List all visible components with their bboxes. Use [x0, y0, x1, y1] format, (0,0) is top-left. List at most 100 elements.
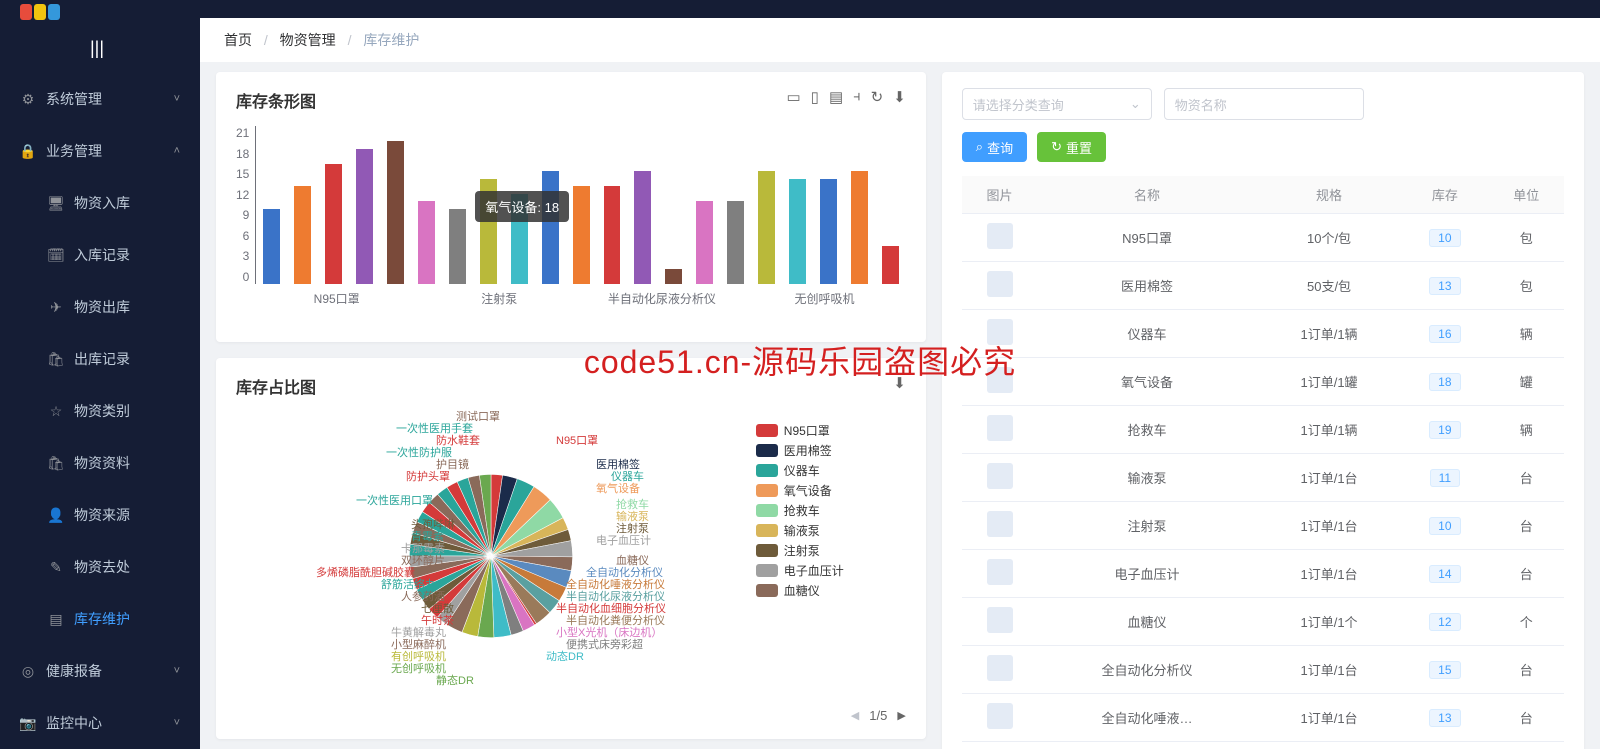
pie-chart[interactable]: [406, 471, 576, 641]
item-thumbnail: [987, 415, 1013, 441]
menu-icon: 🗓: [48, 247, 64, 264]
category-select[interactable]: 请选择分类查询 ⌄: [962, 88, 1152, 120]
bar[interactable]: [758, 171, 775, 284]
item-thumbnail: [987, 655, 1013, 681]
bar[interactable]: [882, 246, 899, 284]
menu-group[interactable]: 🔒业务管理˄: [0, 125, 200, 177]
bar[interactable]: [604, 186, 621, 284]
menu-icon: 🖥: [48, 195, 64, 212]
legend-item[interactable]: 仪器车: [756, 462, 906, 479]
legend-item[interactable]: 电子血压计: [756, 562, 906, 579]
name-input[interactable]: 物资名称: [1164, 88, 1364, 120]
search-button[interactable]: ⌕查询: [962, 132, 1027, 162]
bar[interactable]: [325, 164, 342, 284]
reset-button[interactable]: ↻重置: [1037, 132, 1106, 162]
breadcrumb-home[interactable]: 首页: [224, 32, 252, 48]
menu-sub-item[interactable]: 🖥物资入库: [0, 177, 200, 229]
legend-item[interactable]: 医用棉签: [756, 442, 906, 459]
tool-download-icon[interactable]: ⬇: [893, 88, 906, 106]
menu-group[interactable]: ⚙系统管理˅: [0, 73, 200, 125]
bar[interactable]: [727, 201, 744, 284]
table-row[interactable]: 抢救车1订单/1辆19辆: [962, 406, 1564, 454]
bar[interactable]: [851, 171, 868, 284]
stock-badge: 10: [1429, 517, 1460, 535]
legend-item[interactable]: 抢救车: [756, 502, 906, 519]
bar[interactable]: [573, 186, 590, 284]
topbar: [200, 0, 1600, 18]
tool-data-view-icon[interactable]: ▤: [829, 88, 843, 106]
tool-download-icon[interactable]: ⬇: [893, 374, 906, 392]
bar[interactable]: [387, 141, 404, 284]
menu-group[interactable]: ◎健康报备˅: [0, 645, 200, 697]
menu-sub-item[interactable]: ✎物资去处: [0, 541, 200, 593]
table-header: 单位: [1489, 176, 1565, 214]
search-icon: ⌕: [976, 139, 983, 155]
chevron-down-icon: ⌄: [1130, 96, 1141, 112]
chevron-icon: ˅: [174, 665, 180, 677]
table-row[interactable]: N95口罩10个/包10包: [962, 214, 1564, 262]
item-thumbnail: [987, 511, 1013, 537]
table-row[interactable]: 仪器车1订单/1辆16辆: [962, 310, 1564, 358]
bar[interactable]: [356, 149, 373, 284]
item-thumbnail: [987, 319, 1013, 345]
table-row[interactable]: 注射泵1订单/1台10台: [962, 502, 1564, 550]
table-row[interactable]: 电子血压计1订单/1台14台: [962, 550, 1564, 598]
bar[interactable]: [449, 209, 466, 284]
bar[interactable]: [634, 171, 651, 284]
menu-sub-item[interactable]: 🛍物资资料: [0, 437, 200, 489]
breadcrumb-section[interactable]: 物资管理: [280, 32, 336, 48]
legend-item[interactable]: 输液泵: [756, 522, 906, 539]
tool-undo-select-icon[interactable]: ▯: [811, 88, 819, 106]
menu-icon: ✈: [48, 299, 64, 316]
item-thumbnail: [987, 607, 1013, 633]
bar[interactable]: [789, 179, 806, 284]
menu-icon: ◎: [20, 663, 36, 680]
stock-badge: 19: [1429, 421, 1460, 439]
bar-chart-card: 库存条形图 ▭ ▯ ▤ ⫞ ↻ ⬇ 211815129630 氧气设备: 18: [216, 72, 926, 342]
menu-sub-item[interactable]: 🗓入库记录: [0, 229, 200, 281]
bar[interactable]: [542, 171, 559, 284]
legend-prev-icon[interactable]: ◀: [851, 709, 859, 722]
pie-legend: N95口罩医用棉签仪器车氧气设备抢救车输液泵注射泵电子血压计血糖仪: [756, 422, 906, 704]
menu-icon: 🛍: [48, 351, 64, 368]
tool-bar-toggle-icon[interactable]: ⫞: [853, 88, 861, 106]
table-row[interactable]: 氧气设备1订单/1罐18罐: [962, 358, 1564, 406]
menu-sub-item[interactable]: ☆物资类别: [0, 385, 200, 437]
legend-item[interactable]: 氧气设备: [756, 482, 906, 499]
menu-sub-item[interactable]: 🛍出库记录: [0, 333, 200, 385]
item-thumbnail: [987, 271, 1013, 297]
table-header: 图片: [962, 176, 1037, 214]
menu-group[interactable]: 📷监控中心˅: [0, 697, 200, 749]
menu-icon: ☆: [48, 403, 64, 420]
table-row[interactable]: 血糖仪1订单/1个12个: [962, 598, 1564, 646]
stock-badge: 16: [1429, 325, 1460, 343]
breadcrumb-current: 库存维护: [363, 32, 419, 48]
bar[interactable]: [294, 186, 311, 284]
legend-item[interactable]: 注射泵: [756, 542, 906, 559]
menu-sub-item[interactable]: 👤物资来源: [0, 489, 200, 541]
menu-toggle-icon[interactable]: |||: [0, 32, 200, 73]
bar[interactable]: [418, 201, 435, 284]
tool-area-select-icon[interactable]: ▭: [786, 88, 800, 106]
bar[interactable]: [263, 209, 280, 284]
stock-badge: 10: [1429, 229, 1460, 247]
bar[interactable]: [696, 201, 713, 284]
bar-x-axis: N95口罩 注射泵 半自动化尿液分析仪 无创呼吸机: [255, 290, 905, 307]
menu-icon: ✎: [48, 559, 64, 576]
table-row[interactable]: 全自动化分析仪1订单/1台15台: [962, 646, 1564, 694]
pie-chart-card: 库存占比图 ⬇ 测试口罩一次性医用手套防水鞋套一次性防护服护目镜防护头罩一次性医…: [216, 358, 926, 739]
stock-badge: 15: [1429, 661, 1460, 679]
table-row[interactable]: 医用棉签50支/包13包: [962, 262, 1564, 310]
bar[interactable]: [665, 269, 682, 284]
menu-sub-item[interactable]: ✈物资出库: [0, 281, 200, 333]
bar[interactable]: [820, 179, 837, 284]
table-row[interactable]: 全自动化唾液…1订单/1台13台: [962, 694, 1564, 742]
tool-refresh-icon[interactable]: ↻: [871, 88, 884, 106]
table-row[interactable]: 输液泵1订单/1台11台: [962, 454, 1564, 502]
legend-item[interactable]: N95口罩: [756, 422, 906, 439]
menu-sub-item[interactable]: ▤库存维护: [0, 593, 200, 645]
menu-icon: 👤: [48, 507, 64, 524]
legend-next-icon[interactable]: ▶: [897, 709, 905, 722]
bar-chart-bars[interactable]: [255, 126, 905, 284]
legend-item[interactable]: 血糖仪: [756, 582, 906, 599]
